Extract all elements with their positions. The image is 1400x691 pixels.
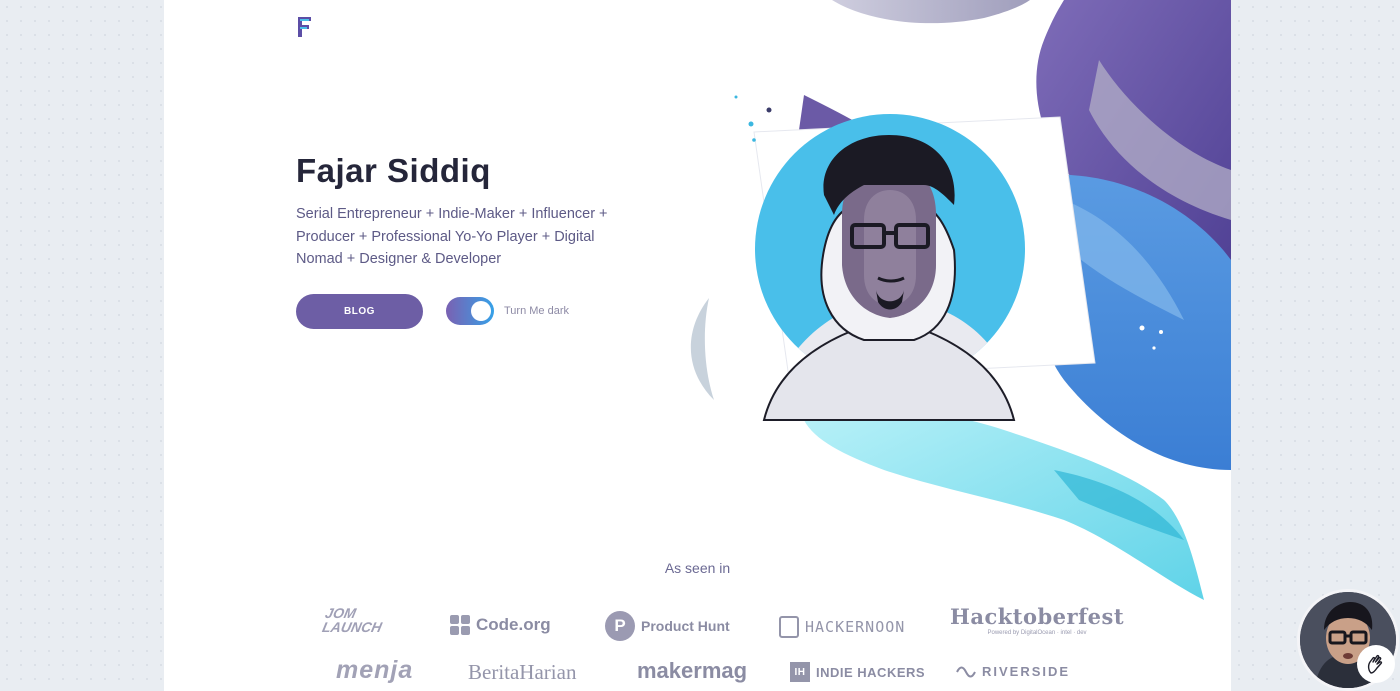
page-title: Fajar Siddiq <box>296 152 491 189</box>
codeorg-icon <box>450 615 470 635</box>
wave-purple <box>1036 0 1231 300</box>
portrait-avatar <box>755 114 1025 421</box>
indiehackers-icon: IH <box>790 662 810 682</box>
riverside-wave-icon <box>956 666 976 677</box>
codeorg-text: Code.org <box>476 615 551 634</box>
press-logo-indiehackers[interactable]: IH INDIE HACKERS <box>790 662 925 682</box>
press-logo-codeorg[interactable]: Code.org <box>450 615 551 635</box>
hacktoberfest-text: Hacktoberfest <box>950 604 1125 629</box>
lens-shape <box>690 298 714 400</box>
wave-grey-stripe <box>1089 60 1231 220</box>
hand-wave-icon <box>1367 654 1383 674</box>
press-logo-hackernoon[interactable]: HACKERNOON <box>779 616 905 638</box>
press-logo-jomlaunch[interactable]: JOM LAUNCH <box>320 605 386 635</box>
as-seen-in-heading: As seen in <box>664 560 731 576</box>
makermag-text: makermag <box>637 658 748 683</box>
blob-top <box>832 0 1030 24</box>
wave-blue-light <box>1064 200 1184 320</box>
toggle-knob <box>471 301 491 321</box>
riverside-text: RIVERSIDE <box>982 664 1071 679</box>
jomlaunch-line2: LAUNCH <box>320 619 384 635</box>
press-logo-makermag[interactable]: makermag <box>637 658 747 684</box>
beritaharian-text: BeritaHarian <box>468 660 577 684</box>
jomlaunch-line1: JOM <box>323 605 358 621</box>
landing-page: Fajar Siddiq Serial Entrepreneur + Indie… <box>164 0 1231 691</box>
blog-button[interactable]: BLOG <box>296 294 423 329</box>
hackernoon-text: HACKERNOON <box>805 618 906 636</box>
wave-cyan-dark <box>1054 470 1184 540</box>
press-logo-riverside[interactable]: RIVERSIDE <box>956 664 1070 679</box>
dark-mode-toggle[interactable] <box>446 297 494 325</box>
indiehackers-text: INDIE HACKERS <box>816 664 926 680</box>
hero-illustration <box>690 0 1231 600</box>
fs-logo-icon[interactable] <box>296 15 314 39</box>
wave-blue <box>1033 174 1231 470</box>
producthunt-icon: P <box>605 611 635 641</box>
press-logo-hacktoberfest[interactable]: Hacktoberfest Powered by DigitalOcean · … <box>950 604 1124 636</box>
hackernoon-icon <box>779 616 799 638</box>
press-logo-menja[interactable]: menja <box>336 656 413 685</box>
hand-wave-button[interactable] <box>1357 645 1395 683</box>
press-logo-producthunt[interactable]: P Product Hunt <box>605 611 730 641</box>
hacktoberfest-sub: Powered by DigitalOcean · intel · dev <box>987 630 1087 636</box>
tagline: Serial Entrepreneur + Indie-Maker + Infl… <box>296 206 608 267</box>
press-logo-beritaharian[interactable]: BeritaHarian <box>468 660 576 685</box>
producthunt-text: Product Hunt <box>641 618 730 634</box>
dark-mode-label: Turn Me dark <box>504 305 570 317</box>
menja-text: menja <box>336 656 414 684</box>
